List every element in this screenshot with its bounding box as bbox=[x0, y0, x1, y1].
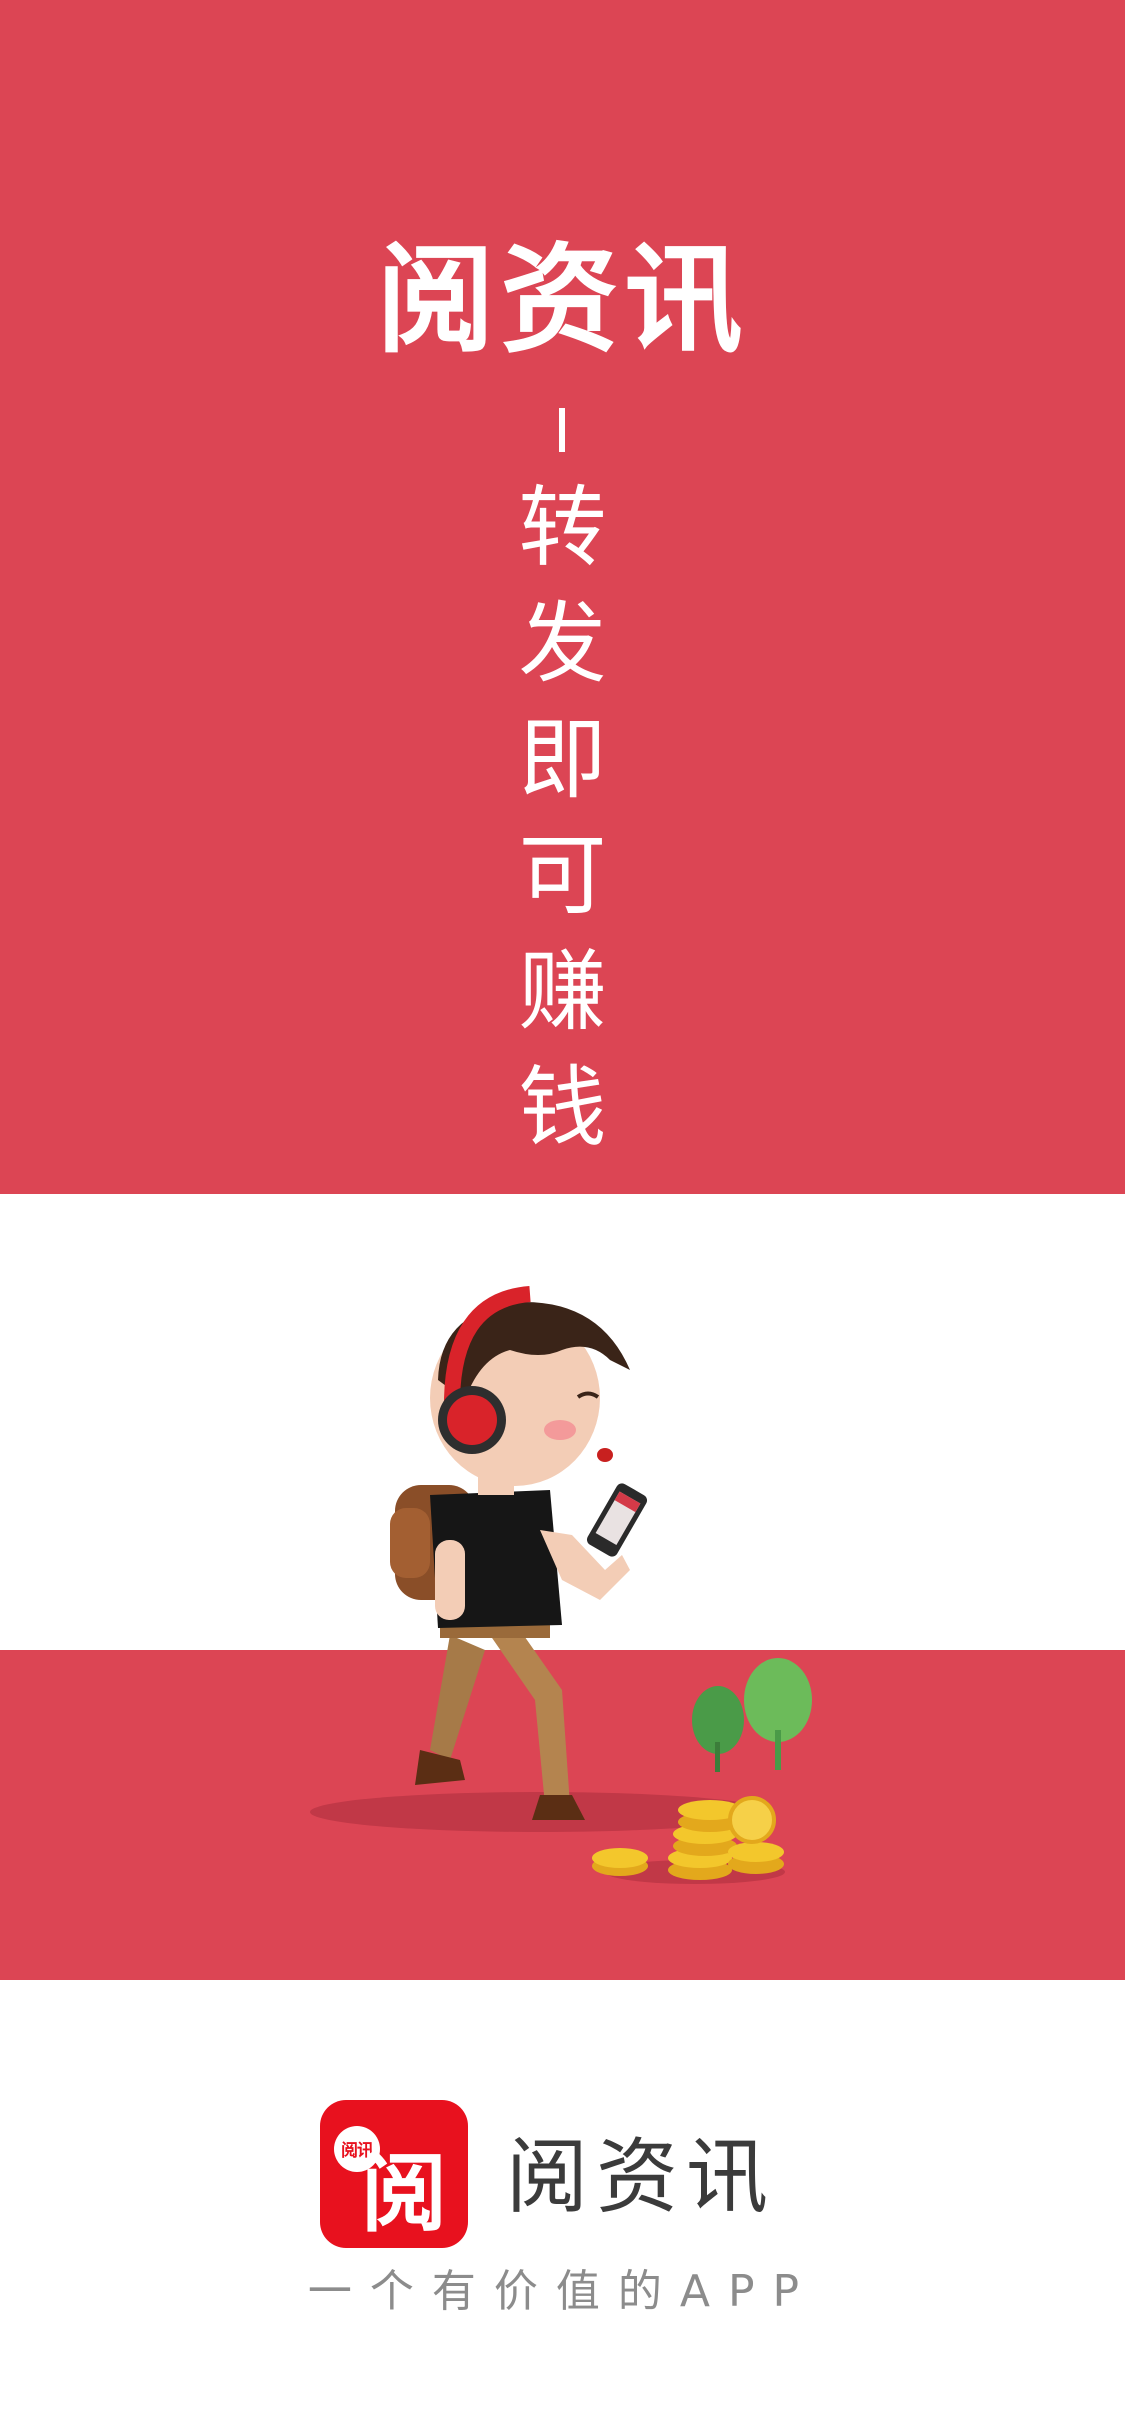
slogan-char: 发 bbox=[518, 592, 607, 695]
slogan-char: 转 bbox=[518, 476, 607, 579]
slogan-char: 钱 bbox=[518, 1056, 607, 1159]
app-logo-icon: 阅讯 阅 bbox=[320, 2100, 468, 2248]
slogan-vertical: 转 发 即 可 赚 钱 bbox=[0, 470, 1125, 1166]
slogan-char: 即 bbox=[518, 708, 607, 811]
slogan-char: 可 bbox=[518, 824, 607, 927]
walking-man-illustration-icon bbox=[310, 1286, 812, 1884]
logo-glyph: 阅 bbox=[361, 2144, 447, 2244]
splash-hero: 阅资讯 转 发 即 可 赚 钱 bbox=[0, 0, 1125, 1980]
app-name: 阅资讯 bbox=[506, 2130, 777, 2225]
app-tagline: 一个有价值的APP bbox=[307, 2266, 818, 2317]
slogan-char: 赚 bbox=[518, 940, 607, 1043]
hero-title: 阅资讯 bbox=[376, 231, 749, 369]
slogan-top-divider bbox=[559, 408, 565, 452]
